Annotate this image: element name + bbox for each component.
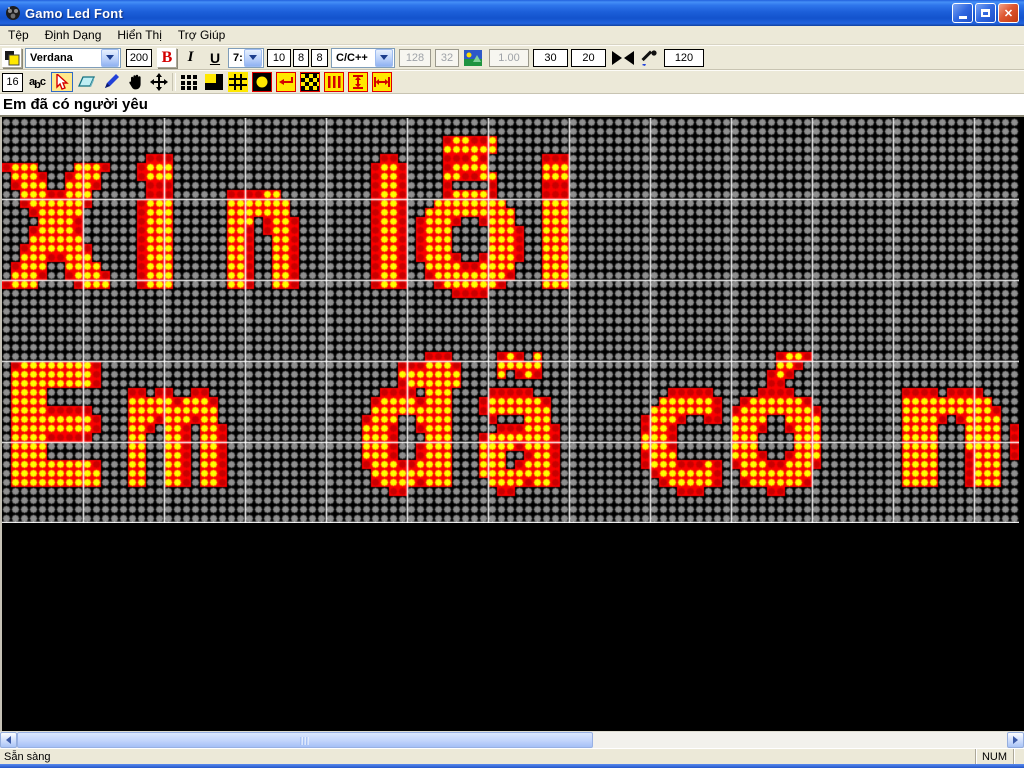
spacing-field-a[interactable]: 30 — [533, 48, 568, 67]
status-bar: Sẵn sàng NUM — [0, 748, 1024, 764]
thumb-grip-icon — [300, 737, 310, 745]
chevron-down-icon — [375, 48, 393, 67]
close-icon: ✕ — [1003, 7, 1014, 20]
led-canvas[interactable] — [2, 118, 1019, 523]
close-button[interactable]: ✕ — [998, 3, 1019, 23]
menu-item-format[interactable]: Định Dạng — [37, 27, 110, 43]
vertical-bars-icon[interactable] — [324, 72, 344, 92]
window-bottom-border — [0, 764, 1024, 768]
status-message: Sẵn sàng — [0, 749, 976, 764]
menu-bar: Tệp Định Dạng Hiển Thị Trợ Giúp — [0, 26, 1024, 45]
font-family-value: Verdana — [30, 51, 73, 64]
bold-button[interactable]: B — [157, 47, 177, 68]
scroll-thumb[interactable] — [17, 732, 593, 748]
move-icon — [150, 73, 168, 91]
field-c[interactable]: 8 — [311, 48, 328, 67]
corner-icon[interactable] — [204, 72, 224, 92]
restore-button[interactable] — [975, 3, 996, 23]
hand-icon — [128, 74, 141, 90]
title-bar: Gamo Led Font ✕ — [0, 0, 1024, 26]
chevron-left-icon — [2, 736, 11, 744]
disabled-field-c: 1.00 — [489, 48, 529, 67]
window-title: Gamo Led Font — [25, 5, 123, 21]
eraser-icon — [78, 76, 96, 87]
field-a[interactable]: 10 — [267, 48, 291, 67]
font-family-select[interactable]: Verdana — [25, 47, 121, 68]
image-icon[interactable] — [463, 48, 483, 68]
underline-button[interactable]: U — [206, 48, 224, 68]
app-icon — [5, 5, 21, 21]
cursor-icon — [56, 74, 69, 90]
horizontal-scrollbar[interactable] — [0, 731, 1024, 748]
checker-icon[interactable] — [300, 72, 320, 92]
underline-label: U — [209, 49, 221, 66]
toolbar-format: Verdana 200 B I U 7:0 10 8 8 C/C++ 128 3… — [0, 45, 1024, 70]
field-b[interactable]: 8 — [293, 48, 309, 67]
pencil-icon — [105, 74, 119, 88]
ratio-select[interactable]: 7:0 — [228, 47, 264, 68]
italic-button[interactable]: I — [183, 48, 198, 68]
minimize-button[interactable] — [952, 3, 973, 23]
scroll-right-button[interactable] — [1007, 732, 1024, 748]
scroll-left-button[interactable] — [0, 732, 17, 748]
restore-icon — [981, 9, 990, 17]
toolbar-tools: 16 abc — [0, 70, 1024, 94]
chevron-down-icon — [244, 48, 262, 67]
led-board — [0, 117, 1024, 731]
cursor-tool-button[interactable] — [51, 72, 73, 92]
return-arrow-icon[interactable] — [276, 72, 296, 92]
disabled-field-b: 32 — [435, 48, 459, 67]
grid-icon[interactable] — [228, 72, 248, 92]
menu-item-view[interactable]: Hiển Thị — [109, 27, 169, 43]
vertical-resize-icon[interactable] — [348, 72, 368, 92]
spacing-field-b[interactable]: 20 — [571, 48, 606, 67]
horizontal-resize-icon[interactable] — [372, 72, 392, 92]
menu-item-help[interactable]: Trợ Giúp — [170, 27, 233, 43]
pencil-tool-button[interactable] — [100, 72, 122, 92]
italic-label: I — [187, 49, 194, 65]
total-width-field[interactable]: 120 — [664, 48, 704, 67]
language-select[interactable]: C/C++ — [331, 47, 395, 68]
font-size-field[interactable]: 200 — [126, 48, 152, 67]
app-window: Gamo Led Font ✕ Tệp Định Dạng Hiển Thị T… — [0, 0, 1024, 768]
chevron-down-icon — [101, 48, 119, 67]
toolbar-separator — [172, 73, 176, 91]
message-label: Em đã có người yêu — [0, 94, 1024, 117]
hand-tool-button[interactable] — [124, 72, 146, 92]
eyedropper-icon[interactable] — [639, 48, 659, 68]
led-dot-icon[interactable] — [252, 72, 272, 92]
ratio-value: 7:0 — [233, 51, 243, 64]
text-abc-icon[interactable]: abc — [26, 72, 48, 92]
color-swatch-icon[interactable] — [2, 47, 22, 68]
bold-label: B — [161, 48, 173, 66]
menu-item-file[interactable]: Tệp — [0, 27, 37, 43]
disabled-field-a: 128 — [399, 48, 431, 67]
cell-size-field[interactable]: 16 — [2, 72, 23, 92]
minimize-icon — [958, 16, 967, 19]
move-tool-button[interactable] — [148, 72, 170, 92]
num-lock-indicator: NUM — [976, 749, 1014, 764]
mirror-icon[interactable] — [609, 48, 637, 68]
language-value: C/C++ — [336, 51, 368, 64]
dot-matrix-icon[interactable] — [180, 72, 200, 92]
eraser-tool-button[interactable] — [76, 72, 98, 92]
chevron-right-icon — [1013, 736, 1022, 744]
